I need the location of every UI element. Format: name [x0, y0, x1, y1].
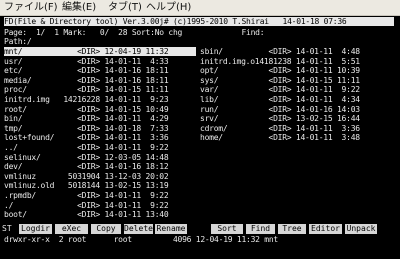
- file-row[interactable]: vmlinuz 5031904 13-12-03 20:02: [4, 172, 196, 181]
- file-row[interactable]: initrd.img.o14181238 14-01-11 5:51: [200, 57, 396, 66]
- file-row[interactable]: usr/ <DIR> 14-01-11 4:33: [4, 57, 196, 66]
- menu-file[interactable]: ファイル(F): [4, 2, 58, 14]
- file-row[interactable]: dev/ <DIR> 14-01-16 18:12: [4, 162, 196, 171]
- file-row[interactable]: tmp/ <DIR> 14-01-18 7:33: [4, 124, 196, 133]
- fkey-editor-button[interactable]: Editor: [309, 224, 342, 234]
- file-row[interactable]: run/ <DIR> 14-01-16 14:03: [200, 105, 396, 114]
- file-row[interactable]: opt/ <DIR> 14-01-11 10:39: [200, 66, 396, 75]
- fkey-unpack-button[interactable]: Unpack: [345, 224, 377, 234]
- file-row[interactable]: vmlinuz.old 5018144 13-02-15 13:19: [4, 181, 196, 190]
- terminal[interactable]: FD(File & Directory tool) Ver.3.00j# (c)…: [0, 16, 400, 259]
- file-row[interactable]: mnt/ <DIR> 12-04-19 11:32: [4, 47, 196, 56]
- file-row[interactable]: ./ <DIR> 14-01-11 9:22: [4, 201, 196, 210]
- file-row[interactable]: lost+found/ <DIR> 14-01-11 3:36: [4, 133, 196, 142]
- file-row[interactable]: bin/ <DIR> 14-01-11 4:29: [4, 114, 196, 123]
- file-row[interactable]: home/ <DIR> 14-01-11 3:48: [200, 133, 396, 142]
- file-row[interactable]: var/ <DIR> 14-01-11 9:22: [200, 85, 396, 94]
- file-row[interactable]: lib/ <DIR> 14-01-11 4:34: [200, 95, 396, 104]
- file-row[interactable]: initrd.img 14216228 14-01-11 9:23: [4, 95, 196, 104]
- fkey-exec-button[interactable]: eXec: [55, 224, 88, 234]
- file-row[interactable]: .rpmdb/ <DIR> 14-01-11 9:22: [4, 191, 196, 200]
- menu-bar: ファイル(F) 編集(E) タブ(T) ヘルプ(H): [0, 0, 400, 16]
- title-bar: FD(File & Directory tool) Ver.3.00j# (c)…: [4, 17, 394, 26]
- fkey-copy-button[interactable]: Copy: [91, 224, 121, 234]
- menu-edit[interactable]: 編集(E): [62, 2, 96, 14]
- file-row[interactable]: selinux/ <DIR> 12-03-05 14:48: [4, 153, 196, 162]
- path-line: Path:/: [4, 37, 32, 46]
- file-row[interactable]: boot/ <DIR> 14-01-11 13:40: [4, 210, 196, 219]
- fkey-prefix: ST: [2, 224, 12, 233]
- file-row[interactable]: cdrom/ <DIR> 14-01-11 3:36: [200, 124, 396, 133]
- fkey-find-button[interactable]: Find: [246, 224, 275, 234]
- fkey-tree-button[interactable]: Tree: [278, 224, 306, 234]
- file-row[interactable]: media/ <DIR> 14-01-16 18:11: [4, 76, 196, 85]
- file-row[interactable]: sbin/ <DIR> 14-01-11 4:48: [200, 47, 396, 56]
- status-line: drwxr-xr-x 2 root root 4096 12-04-19 11:…: [4, 235, 278, 244]
- fkey-delete-button[interactable]: Delete: [124, 224, 153, 234]
- menu-help[interactable]: ヘルプ(H): [146, 2, 191, 14]
- file-row[interactable]: sys/ <DIR> 14-01-15 11:11: [200, 76, 396, 85]
- menu-tab[interactable]: タブ(T): [108, 2, 142, 14]
- file-row[interactable]: root/ <DIR> 14-01-15 10:49: [4, 105, 196, 114]
- fkey-logdir-button[interactable]: Logdir: [19, 224, 52, 234]
- fkey-sort-button[interactable]: Sort: [211, 224, 243, 234]
- file-row[interactable]: ../ <DIR> 14-01-11 9:22: [4, 143, 196, 152]
- file-row[interactable]: proc/ <DIR> 14-01-15 11:11: [4, 85, 196, 94]
- fkey-rename-button[interactable]: Rename: [155, 224, 187, 234]
- file-row[interactable]: srv/ <DIR> 13-02-15 16:44: [200, 114, 396, 123]
- info-line: Page: 1/ 1 Mark: 0/ 28 Sort:No chg Find:: [4, 28, 265, 37]
- file-row[interactable]: etc/ <DIR> 14-01-16 18:11: [4, 66, 196, 75]
